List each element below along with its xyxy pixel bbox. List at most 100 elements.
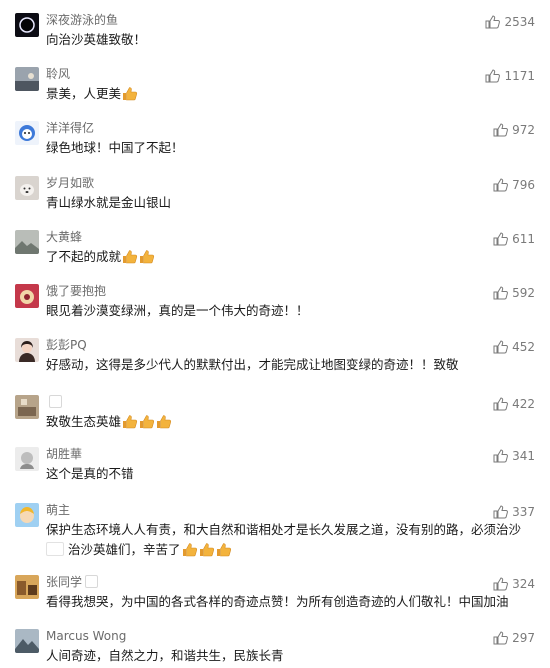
- commenter-name[interactable]: 张同学: [46, 574, 99, 590]
- comment-text: 青山绿水就是金山银山: [46, 193, 536, 213]
- name-badge: [49, 395, 62, 408]
- portrait-avatar[interactable]: [15, 338, 39, 362]
- thumbs-up-emoji: [156, 414, 172, 429]
- like-button[interactable]: 452: [493, 340, 535, 354]
- thumbs-up-emoji: [139, 414, 155, 429]
- comment-text-body: 保护生态环境人人有责，和大自然和谐相处才是长久发展之道，没有别的路，必须治沙: [46, 522, 522, 537]
- room-avatar[interactable]: [15, 395, 39, 419]
- kid-avatar[interactable]: [15, 503, 39, 527]
- like-count: 2534: [504, 15, 535, 29]
- thumbs-up-outline-icon: [493, 631, 509, 645]
- dusk-avatar[interactable]: [15, 67, 39, 91]
- comment-text: 致敬生态英雄: [46, 412, 536, 432]
- comment-text-body: 致敬生态英雄: [46, 414, 122, 429]
- thumbs-up-outline-icon: [493, 577, 509, 591]
- comment-text-body: 这个是真的不错: [46, 466, 134, 481]
- commenter-name[interactable]: 彭彭PQ: [46, 337, 87, 353]
- comment-text: 看得我想哭，为中国的各式各样的奇迹点赞！为所有创造奇迹的人们敬礼！中国加油: [46, 592, 536, 612]
- commenter-name[interactable]: 大黄蜂: [46, 229, 82, 245]
- comment-text: 保护生态环境人人有责，和大自然和谐相处才是长久发展之道，没有别的路，必须治沙: [46, 520, 536, 540]
- thumbs-up-outline-icon: [493, 449, 509, 463]
- comment-text-body: 看得我想哭，为中国的各式各样的奇迹点赞！为所有创造奇迹的人们敬礼！中国加油: [46, 594, 509, 609]
- thumbs-up-emoji: [122, 86, 138, 101]
- food-avatar[interactable]: [15, 284, 39, 308]
- commenter-name-text: 张同学: [46, 575, 83, 589]
- inline-mark: [46, 542, 64, 556]
- thumbs-up-outline-icon: [493, 123, 509, 137]
- commenter-name[interactable]: 胡胜華: [46, 446, 82, 462]
- comment-text-body: 景美，人更美: [46, 86, 122, 101]
- like-count: 1171: [504, 69, 535, 83]
- thumbs-up-outline-icon: [485, 69, 501, 83]
- thumbs-up-emoji: [216, 542, 232, 557]
- thumbs-up-emoji: [139, 249, 155, 264]
- name-badge: [85, 575, 99, 588]
- dark-ring-avatar[interactable]: [15, 13, 39, 37]
- comment-text: 这个是真的不错: [46, 464, 536, 484]
- landscape-avatar[interactable]: [15, 230, 39, 254]
- dog-avatar[interactable]: [15, 176, 39, 200]
- like-button[interactable]: 422: [493, 397, 535, 411]
- like-count: 452: [512, 340, 535, 354]
- comment-text-body: 青山绿水就是金山银山: [46, 195, 172, 210]
- comment-text-body: 人间奇迹，自然之力，和谐共生，民族长青: [46, 648, 284, 663]
- like-count: 592: [512, 286, 535, 300]
- like-button[interactable]: 2534: [485, 15, 535, 29]
- comment-text-body: 绿色地球！中国了不起！: [46, 140, 184, 155]
- like-count: 324: [512, 577, 535, 591]
- like-button[interactable]: 592: [493, 286, 535, 300]
- comment-list: 深夜游泳的鱼 向治沙英雄致敬！ 2534 聆风 景美，人更美 1171 洋洋得亿…: [0, 0, 550, 668]
- comment-text: 景美，人更美: [46, 84, 536, 104]
- commenter-name[interactable]: 洋洋得亿: [46, 120, 94, 136]
- like-count: 337: [512, 505, 535, 519]
- like-button[interactable]: 324: [493, 577, 535, 591]
- street-avatar[interactable]: [15, 575, 39, 599]
- comment-text-body: 治沙英雄们，辛苦了: [68, 542, 181, 557]
- commenter-name[interactable]: 聆风: [46, 66, 70, 82]
- thumbs-up-outline-icon: [493, 178, 509, 192]
- comment-text-body: 了不起的成就: [46, 249, 122, 264]
- thumbs-up-outline-icon: [493, 286, 509, 300]
- commenter-name[interactable]: Marcus Wong: [46, 628, 126, 644]
- like-count: 341: [512, 449, 535, 463]
- comment-text: 绿色地球！中国了不起！: [46, 138, 536, 158]
- comment-text-body: 向治沙英雄致敬！: [46, 32, 147, 47]
- thumbs-up-emoji: [122, 249, 138, 264]
- like-count: 796: [512, 178, 535, 192]
- comment-text: 人间奇迹，自然之力，和谐共生，民族长青: [46, 646, 536, 666]
- comment-text: 好感动，这得是多少代人的默默付出，才能完成让地图变绿的奇迹！！致敬: [46, 355, 536, 375]
- like-button[interactable]: 796: [493, 178, 535, 192]
- like-count: 611: [512, 232, 535, 246]
- like-button[interactable]: 972: [493, 123, 535, 137]
- like-button[interactable]: 341: [493, 449, 535, 463]
- comment-text: 了不起的成就: [46, 247, 536, 267]
- comment-text: 向治沙英雄致敬！: [46, 30, 536, 50]
- comment-text-continued: 治沙英雄们，辛苦了: [46, 540, 536, 560]
- like-button[interactable]: 1171: [485, 69, 535, 83]
- thumbs-up-emoji: [199, 542, 215, 557]
- cartoon-avatar[interactable]: [15, 121, 39, 145]
- thumbs-up-emoji: [122, 414, 138, 429]
- thumbs-up-outline-icon: [493, 340, 509, 354]
- commenter-name[interactable]: [46, 394, 62, 410]
- commenter-name[interactable]: 深夜游泳的鱼: [46, 12, 118, 28]
- comment-text-body: 眼见着沙漠变绿洲，真的是一个伟大的奇迹！！: [46, 303, 309, 318]
- like-button[interactable]: 611: [493, 232, 535, 246]
- commenter-name[interactable]: 萌主: [46, 502, 70, 518]
- thumbs-up-outline-icon: [493, 232, 509, 246]
- like-count: 972: [512, 123, 535, 137]
- like-count: 422: [512, 397, 535, 411]
- thumbs-up-emoji: [182, 542, 198, 557]
- comment-text-body: 好感动，这得是多少代人的默默付出，才能完成让地图变绿的奇迹！！致敬: [46, 357, 459, 372]
- like-button[interactable]: 337: [493, 505, 535, 519]
- comment-text: 眼见着沙漠变绿洲，真的是一个伟大的奇迹！！: [46, 301, 536, 321]
- mountain-avatar[interactable]: [15, 629, 39, 653]
- like-count: 297: [512, 631, 535, 645]
- thumbs-up-outline-icon: [493, 397, 509, 411]
- thumbs-up-outline-icon: [493, 505, 509, 519]
- commenter-name[interactable]: 饿了要抱抱: [46, 283, 106, 299]
- thumbs-up-outline-icon: [485, 15, 501, 29]
- commenter-name[interactable]: 岁月如歌: [46, 175, 94, 191]
- like-button[interactable]: 297: [493, 631, 535, 645]
- sketch-avatar[interactable]: [15, 447, 39, 471]
